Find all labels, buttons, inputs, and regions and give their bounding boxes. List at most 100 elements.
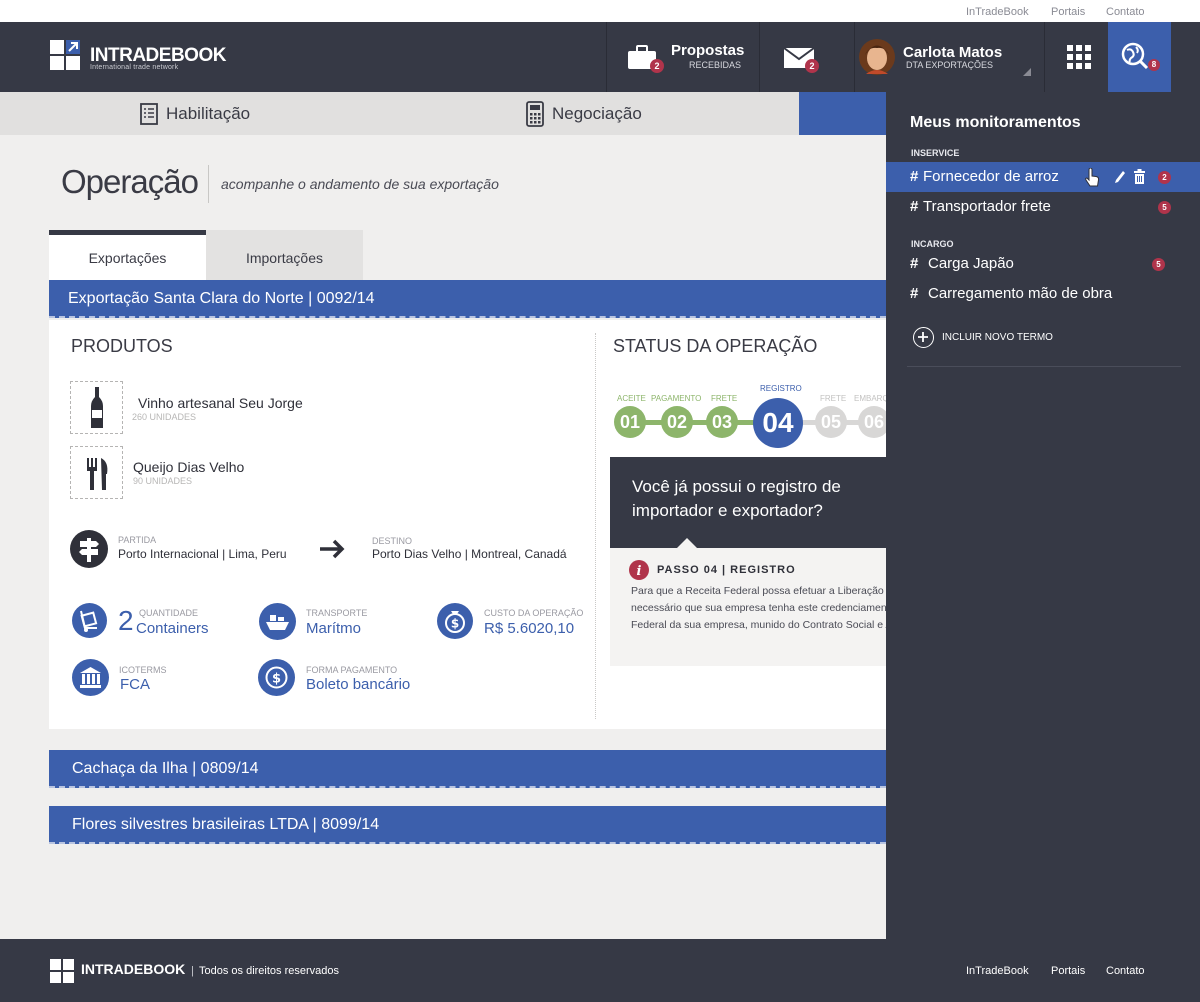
incoterms-value: FCA — [120, 676, 150, 693]
user-menu[interactable]: Carlota Matos DTA EXPORTAÇÕES — [854, 22, 1044, 92]
footer-link-intradebook[interactable]: InTradeBook — [966, 965, 1029, 977]
info-icon: i — [629, 560, 649, 580]
product-icon-box — [70, 381, 123, 434]
logo-tagline: International trade network — [90, 64, 179, 71]
step-05[interactable]: 05 — [815, 406, 847, 438]
quantity-number: 2 — [118, 605, 134, 636]
step-06[interactable]: 06 — [858, 406, 886, 438]
destination-label: DESTINO — [372, 536, 413, 546]
cost-value: R$ 5.6020,10 — [484, 620, 575, 637]
monitor-item-badge: 5 — [1158, 201, 1171, 214]
monitor-item-badge: 2 — [1158, 171, 1171, 184]
tab-exportacoes[interactable]: Exportações — [49, 230, 206, 280]
edit-pencil-icon[interactable] — [1114, 170, 1126, 184]
top-link-portais[interactable]: Portais — [1051, 6, 1085, 18]
nav-negociacao-label: Negociação — [552, 103, 642, 123]
signpost-icon — [70, 530, 108, 568]
products-heading: PRODUTOS — [71, 336, 173, 356]
cutlery-icon — [87, 458, 108, 490]
ship-icon — [259, 603, 296, 640]
monitoring-title: Meus monitoramentos — [910, 114, 1081, 131]
nav-habilitacao[interactable]: Habilitação — [140, 92, 250, 135]
svg-text:$: $ — [272, 672, 281, 687]
step-03[interactable]: 03 — [706, 406, 738, 438]
top-links-bar: InTradeBook Portais Contato — [0, 0, 1200, 22]
wine-bottle-icon — [91, 387, 103, 428]
operation-header[interactable]: Cachaça da Ilha | 0809/14 — [49, 750, 886, 788]
proposals-subtitle: RECEBIDAS — [689, 60, 742, 70]
nav-strip: Habilitação Negociação — [0, 92, 886, 135]
group-label: INSERVICE — [911, 148, 960, 158]
user-name: Carlota Matos — [903, 44, 1003, 61]
dropdown-caret-icon — [1023, 68, 1031, 76]
trash-icon[interactable] — [1133, 169, 1146, 184]
monitor-item[interactable]: # Transportador frete 5 — [886, 192, 1200, 222]
logo[interactable]: INTRADEBOOK International trade network — [50, 40, 240, 74]
product-icon-box — [70, 446, 123, 499]
add-term-button[interactable]: INCLUIR NOVO TERMO — [942, 332, 1053, 343]
svg-text:i: i — [637, 564, 642, 579]
page-title: Operação — [61, 163, 199, 200]
proposals-badge: 2 — [650, 59, 664, 73]
globe-search-icon — [1121, 42, 1149, 70]
column-divider — [595, 333, 596, 719]
operation-header[interactable]: Exportação Santa Clara do Norte | 0092/1… — [49, 280, 886, 318]
payment-coin-icon: $ — [258, 659, 295, 696]
proposals-button[interactable]: 2 Propostas RECEBIDAS — [606, 22, 759, 92]
step-02[interactable]: 02 — [661, 406, 693, 438]
cost-label: CUSTO DA OPERAÇÃO — [484, 608, 584, 618]
nav-active-tab[interactable] — [799, 92, 886, 135]
step-04-current[interactable]: 04 — [753, 398, 803, 448]
status-heading: STATUS DA OPERAÇÃO — [613, 336, 818, 356]
monitoring-button[interactable]: 8 — [1108, 22, 1171, 92]
monitor-item-label: Carga Japão — [928, 255, 1014, 272]
monitor-item[interactable]: # Carregamento mão de obra — [886, 279, 1200, 309]
product-units: 260 UNIDADES — [132, 412, 197, 422]
top-link-intradebook[interactable]: InTradeBook — [966, 6, 1029, 18]
messages-button[interactable]: 2 — [759, 22, 854, 92]
footer-link-portais[interactable]: Portais — [1051, 965, 1085, 977]
tab-importacoes[interactable]: Importações — [206, 230, 363, 280]
incoterms-label: ICOTERMS — [119, 665, 167, 675]
svg-text:$: $ — [451, 617, 459, 631]
group-label: INCARGO — [911, 239, 954, 249]
bank-icon — [72, 659, 109, 696]
proposals-title: Propostas — [671, 42, 745, 59]
step-info-text: Para que a Receita Federal possa efetuar… — [631, 585, 886, 631]
destination-value: Porto Dias Velho | Montreal, Canadá — [372, 547, 567, 561]
avatar — [859, 39, 895, 75]
monitor-item-label: Transportador frete — [923, 198, 1051, 215]
top-link-contato[interactable]: Contato — [1106, 6, 1145, 18]
header: INTRADEBOOK International trade network … — [0, 22, 1200, 101]
step-label: REGISTRO — [760, 384, 802, 393]
step-label: EMBARQ — [854, 394, 886, 403]
footer-logo-text: INTRADEBOOK — [81, 961, 186, 977]
grid-icon — [1067, 45, 1091, 69]
apps-grid-button[interactable] — [1044, 22, 1108, 92]
calculator-icon — [526, 100, 544, 127]
page-subtitle: acompanhe o andamento de sua exportação — [221, 176, 499, 192]
nav-negociacao[interactable]: Negociação — [526, 92, 642, 135]
step-01[interactable]: 01 — [614, 406, 646, 438]
origin-value: Porto Internacional | Lima, Peru — [118, 547, 287, 561]
footer-link-contato[interactable]: Contato — [1106, 965, 1145, 977]
origin-label: PARTIDA — [118, 535, 157, 545]
title-separator — [208, 165, 209, 203]
hand-cursor-icon — [1085, 168, 1100, 187]
operation-header[interactable]: Flores silvestres brasileiras LTDA | 809… — [49, 806, 886, 844]
status-question: Você já possui o registro de importador … — [610, 457, 886, 548]
plus-circle-icon[interactable] — [913, 327, 934, 348]
step-label: FRETE — [711, 394, 738, 403]
monitor-item[interactable]: # Carga Japão 5 — [886, 249, 1200, 279]
payment-value: Boleto bancário — [306, 676, 411, 693]
money-bag-icon: $ — [437, 603, 473, 639]
product-units: 90 UNIDADES — [133, 476, 193, 486]
monitor-item[interactable]: # Fornecedor de arroz 2 — [886, 162, 1200, 192]
monitor-item-badge: 5 — [1152, 258, 1165, 271]
panel-divider — [907, 366, 1181, 367]
monitoring-panel: Meus monitoramentos INSERVICE # Forneced… — [886, 92, 1200, 939]
product-name: Vinho artesanal Seu Jorge — [138, 395, 303, 411]
monitor-item-label: Carregamento mão de obra — [928, 285, 1113, 302]
nav-habilitacao-label: Habilitação — [166, 103, 251, 123]
logo-mark-icon — [50, 40, 80, 70]
